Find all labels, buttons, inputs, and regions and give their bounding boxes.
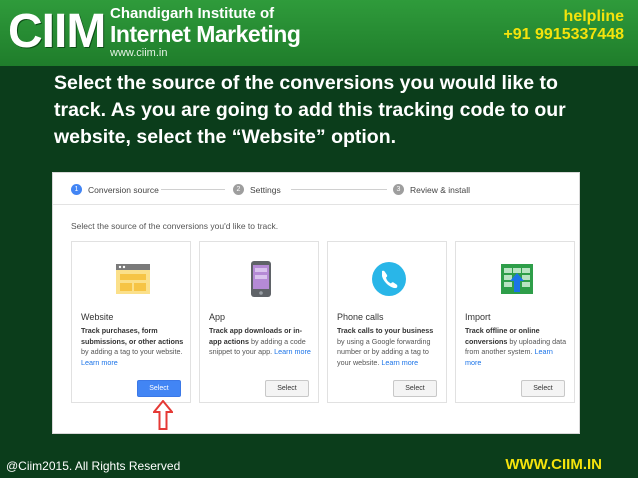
step-connector xyxy=(291,189,387,190)
card-desc-text: by adding a tag to your website. xyxy=(81,347,183,356)
card-title: Phone calls xyxy=(337,312,384,322)
ciim-logo: CIIM xyxy=(8,5,106,58)
helpline-label: helpline xyxy=(563,8,624,25)
card-description: Track offline or online conversions by u… xyxy=(465,326,569,368)
select-app-button[interactable]: Select xyxy=(265,380,309,397)
org-name: Chandigarh Institute of Internet Marketi… xyxy=(110,5,301,59)
step-number: 2 xyxy=(233,184,244,195)
card-title: Import xyxy=(465,312,491,322)
select-import-button[interactable]: Select xyxy=(521,380,565,397)
website-icon xyxy=(116,264,150,294)
source-prompt: Select the source of the conversions you… xyxy=(71,221,279,231)
org-name-line1: Chandigarh Institute of xyxy=(110,5,275,22)
site-url: WWW.CIIM.IN xyxy=(505,456,602,473)
copyright-text: @Ciim2015. All Rights Reserved xyxy=(6,459,181,473)
helpline-phone: +91 9915337448 xyxy=(503,25,624,43)
step-number: 1 xyxy=(71,184,82,195)
card-desc-bold: Track calls to your business xyxy=(337,326,434,335)
org-name-line2: Internet Marketing xyxy=(110,21,301,47)
card-app[interactable]: App Track app downloads or in-app action… xyxy=(199,241,319,403)
card-import[interactable]: Import Track offline or online conversio… xyxy=(455,241,575,403)
import-icon xyxy=(501,264,533,294)
phone-call-icon xyxy=(372,262,406,296)
conversion-source-panel: 1 Conversion source 2 Settings 3 Review … xyxy=(52,172,580,434)
card-description: Track app downloads or in-app actions by… xyxy=(209,326,313,358)
step-number: 3 xyxy=(393,184,404,195)
card-description: Track calls to your business by using a … xyxy=(337,326,441,368)
card-desc-bold: Track purchases, form submissions, or ot… xyxy=(81,326,184,346)
stepper: 1 Conversion source 2 Settings 3 Review … xyxy=(53,173,579,205)
learn-more-link[interactable]: Learn more xyxy=(81,358,118,367)
learn-more-link[interactable]: Learn more xyxy=(381,358,418,367)
step-label: Conversion source xyxy=(88,184,159,195)
step-label: Review & install xyxy=(410,184,470,195)
step-conversion-source[interactable]: 1 Conversion source xyxy=(71,184,159,195)
card-website[interactable]: Website Track purchases, form submission… xyxy=(71,241,191,403)
header-banner: CIIM Chandigarh Institute of Internet Ma… xyxy=(0,0,638,66)
step-review-install[interactable]: 3 Review & install xyxy=(393,184,470,195)
step-settings[interactable]: 2 Settings xyxy=(233,184,281,195)
card-description: Track purchases, form submissions, or ot… xyxy=(81,326,185,368)
helpline: helpline +91 9915337448 xyxy=(503,8,624,43)
card-title: App xyxy=(209,312,226,322)
select-phone-calls-button[interactable]: Select xyxy=(393,380,437,397)
slide-instruction: Select the source of the conversions you… xyxy=(54,72,566,148)
org-url: www.ciim.in xyxy=(110,47,168,59)
learn-more-link[interactable]: Learn more xyxy=(274,347,311,356)
card-title: Website xyxy=(81,312,114,322)
select-website-button[interactable]: Select xyxy=(137,380,181,397)
step-connector xyxy=(161,189,225,190)
step-label: Settings xyxy=(250,184,281,195)
phone-app-icon xyxy=(251,261,271,297)
card-phone-calls[interactable]: Phone calls Track calls to your business… xyxy=(327,241,447,403)
red-up-arrow-icon xyxy=(153,400,173,430)
